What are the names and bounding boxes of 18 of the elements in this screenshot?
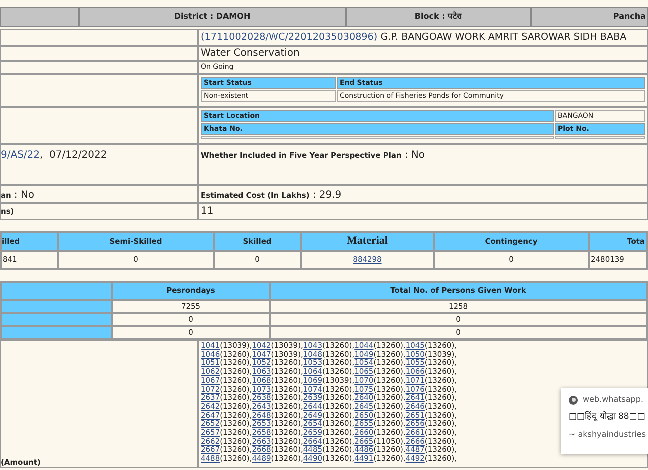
notification-card[interactable]: web.whatsapp. □□हिंदू योद्धा 88□□ ~ akshyaindustries — [561, 388, 648, 454]
sanction-order-link[interactable]: 9/AS/22 — [1, 150, 40, 161]
work-category: Water Conservation — [200, 47, 300, 60]
block-heading: Block : पटेरा — [347, 8, 530, 26]
work-code-link[interactable]: (1711002028/WC/22012035030896) — [201, 32, 378, 43]
notification-source: web.whatsapp. — [583, 394, 644, 406]
field-value: : 29.9 — [312, 189, 342, 203]
column-header: Material — [302, 233, 433, 250]
sanction-date: , 07/12/2022 — [40, 150, 108, 161]
panchayat-heading: Pancha — [532, 8, 647, 26]
field-value: : No — [13, 189, 35, 203]
notification-sender: ~ akshyaindustries — [569, 428, 646, 441]
district-heading: District : DAMOH — [80, 8, 345, 26]
field-value: : No — [404, 149, 425, 163]
field-value: 11 — [200, 205, 214, 219]
notification-title: □□हिंदू योद्धा 88□□ — [569, 411, 646, 424]
work-name: G.P. BANGOAW WORK AMRIT SAROWAR SIDH BABA — [380, 32, 627, 43]
browser-icon — [569, 396, 578, 404]
